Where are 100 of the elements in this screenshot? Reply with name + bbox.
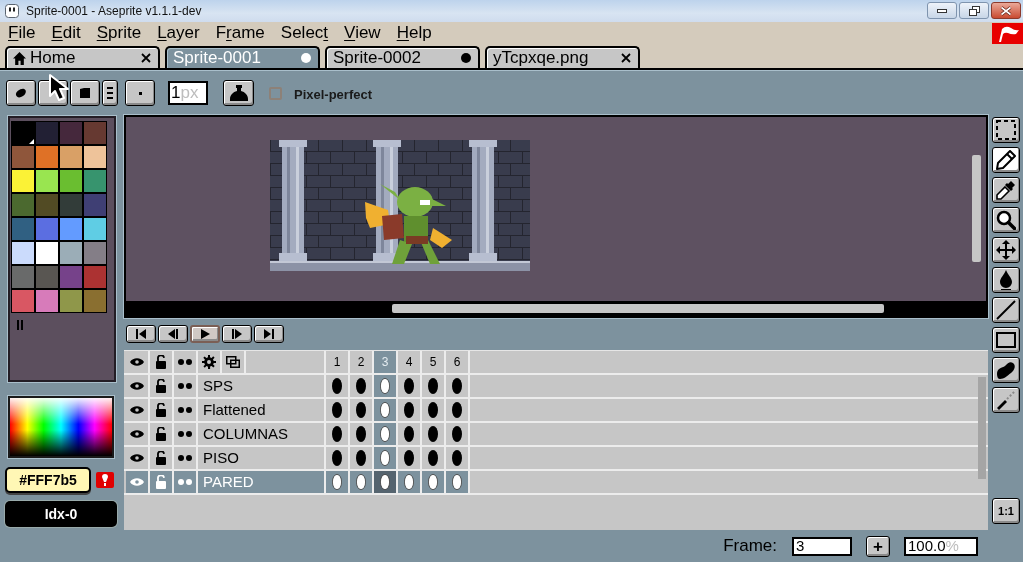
brush-button[interactable]: [102, 80, 118, 106]
timeline-cel[interactable]: [422, 399, 444, 421]
visibility-toggle[interactable]: [126, 399, 148, 421]
flag-icon[interactable]: [992, 22, 1023, 44]
menu-item[interactable]: Select: [272, 22, 337, 44]
tab[interactable]: Sprite-0002: [325, 46, 480, 68]
timeline-cel[interactable]: [446, 471, 468, 493]
tab[interactable]: Home: [5, 46, 160, 68]
canvas-area[interactable]: [124, 115, 988, 318]
tool-button[interactable]: [992, 147, 1020, 173]
warning-icon[interactable]: [96, 472, 114, 488]
timeline-cel[interactable]: [398, 423, 420, 445]
brush-button[interactable]: [125, 80, 155, 106]
zoom-field[interactable]: 100.0%: [904, 536, 978, 556]
timeline-cel[interactable]: [422, 471, 444, 493]
tab[interactable]: yTcpxqe.png: [485, 46, 640, 68]
color-swatch[interactable]: [36, 218, 58, 240]
color-spectrum[interactable]: [8, 396, 114, 458]
close-button[interactable]: [991, 2, 1021, 19]
color-swatch[interactable]: [12, 290, 34, 312]
timeline-cel[interactable]: [374, 423, 396, 445]
visibility-toggle[interactable]: [126, 447, 148, 469]
first-frame-button[interactable]: [126, 325, 156, 343]
timeline-cel[interactable]: [422, 423, 444, 445]
brush-button[interactable]: [70, 80, 100, 106]
minimize-button[interactable]: [927, 2, 957, 19]
color-swatch[interactable]: [60, 122, 82, 144]
timeline-cel[interactable]: [326, 471, 348, 493]
color-swatch[interactable]: [36, 122, 58, 144]
color-index-field[interactable]: Idx-0: [5, 501, 117, 527]
color-swatch[interactable]: [60, 146, 82, 168]
grip-icon[interactable]: [17, 320, 23, 330]
color-swatch[interactable]: [60, 194, 82, 216]
continuity-toggle[interactable]: [174, 447, 196, 469]
color-swatch[interactable]: [84, 122, 106, 144]
timeline-cel[interactable]: [350, 423, 372, 445]
close-icon[interactable]: [621, 53, 631, 63]
frame-number[interactable]: 6: [446, 351, 468, 373]
frame-number[interactable]: 5: [422, 351, 444, 373]
timeline-cel[interactable]: [350, 399, 372, 421]
timeline-cel[interactable]: [446, 375, 468, 397]
menu-item[interactable]: Frame: [207, 22, 273, 44]
color-swatch[interactable]: [84, 170, 106, 192]
scrollbar-track[interactable]: [126, 301, 986, 316]
timeline-cel[interactable]: [326, 375, 348, 397]
color-swatch[interactable]: [60, 242, 82, 264]
timeline-cel[interactable]: [374, 447, 396, 469]
continuity-toggle[interactable]: [174, 399, 196, 421]
timeline-cel[interactable]: [446, 447, 468, 469]
lock-toggle[interactable]: [150, 375, 172, 397]
layer-name[interactable]: Flattened: [198, 399, 324, 421]
timeline-cel[interactable]: [350, 447, 372, 469]
timeline-cel[interactable]: [422, 447, 444, 469]
menu-item[interactable]: Sprite: [88, 22, 150, 44]
menu-item[interactable]: Layer: [149, 22, 208, 44]
menu-item[interactable]: View: [336, 22, 389, 44]
menu-item[interactable]: Help: [388, 22, 440, 44]
layer-name[interactable]: SPS: [198, 375, 324, 397]
tool-button[interactable]: [992, 177, 1020, 203]
tool-button[interactable]: [992, 297, 1020, 323]
timeline-cel[interactable]: [374, 375, 396, 397]
lock-toggle[interactable]: [150, 399, 172, 421]
timeline-cel[interactable]: [398, 375, 420, 397]
timeline-cel[interactable]: [326, 399, 348, 421]
color-swatch[interactable]: [84, 290, 106, 312]
tool-button[interactable]: [992, 117, 1020, 143]
color-swatch[interactable]: [84, 266, 106, 288]
color-swatch[interactable]: [84, 218, 106, 240]
timeline-cel[interactable]: [350, 471, 372, 493]
brush-size-field[interactable]: 1px: [168, 81, 208, 105]
tool-button[interactable]: [992, 237, 1020, 263]
tool-button[interactable]: [992, 207, 1020, 233]
color-swatch[interactable]: [84, 146, 106, 168]
color-swatch[interactable]: [36, 146, 58, 168]
frame-field[interactable]: 3: [792, 536, 852, 556]
timeline-cel[interactable]: [398, 399, 420, 421]
color-swatch[interactable]: [12, 242, 34, 264]
timeline-cel[interactable]: [446, 423, 468, 445]
tool-button[interactable]: [992, 267, 1020, 293]
scrollbar-thumb[interactable]: [972, 155, 981, 262]
color-swatch[interactable]: [12, 218, 34, 240]
close-icon[interactable]: [141, 53, 151, 63]
continuity-toggle[interactable]: [174, 375, 196, 397]
tool-button[interactable]: [992, 387, 1020, 413]
timeline-cel[interactable]: [374, 471, 396, 493]
visibility-toggle[interactable]: [126, 375, 148, 397]
lock-toggle[interactable]: [150, 423, 172, 445]
color-swatch[interactable]: [36, 170, 58, 192]
checkbox[interactable]: [269, 87, 282, 100]
color-swatch[interactable]: [12, 170, 34, 192]
last-frame-button[interactable]: [254, 325, 284, 343]
lock-toggle[interactable]: [150, 471, 172, 493]
timeline-cel[interactable]: [398, 447, 420, 469]
layer-name[interactable]: COLUMNAS: [198, 423, 324, 445]
restore-button[interactable]: [959, 2, 989, 19]
timeline-cel[interactable]: [350, 375, 372, 397]
tool-button[interactable]: [992, 357, 1020, 383]
lock-toggle[interactable]: [150, 447, 172, 469]
frame-number[interactable]: 4: [398, 351, 420, 373]
timeline-cel[interactable]: [326, 447, 348, 469]
